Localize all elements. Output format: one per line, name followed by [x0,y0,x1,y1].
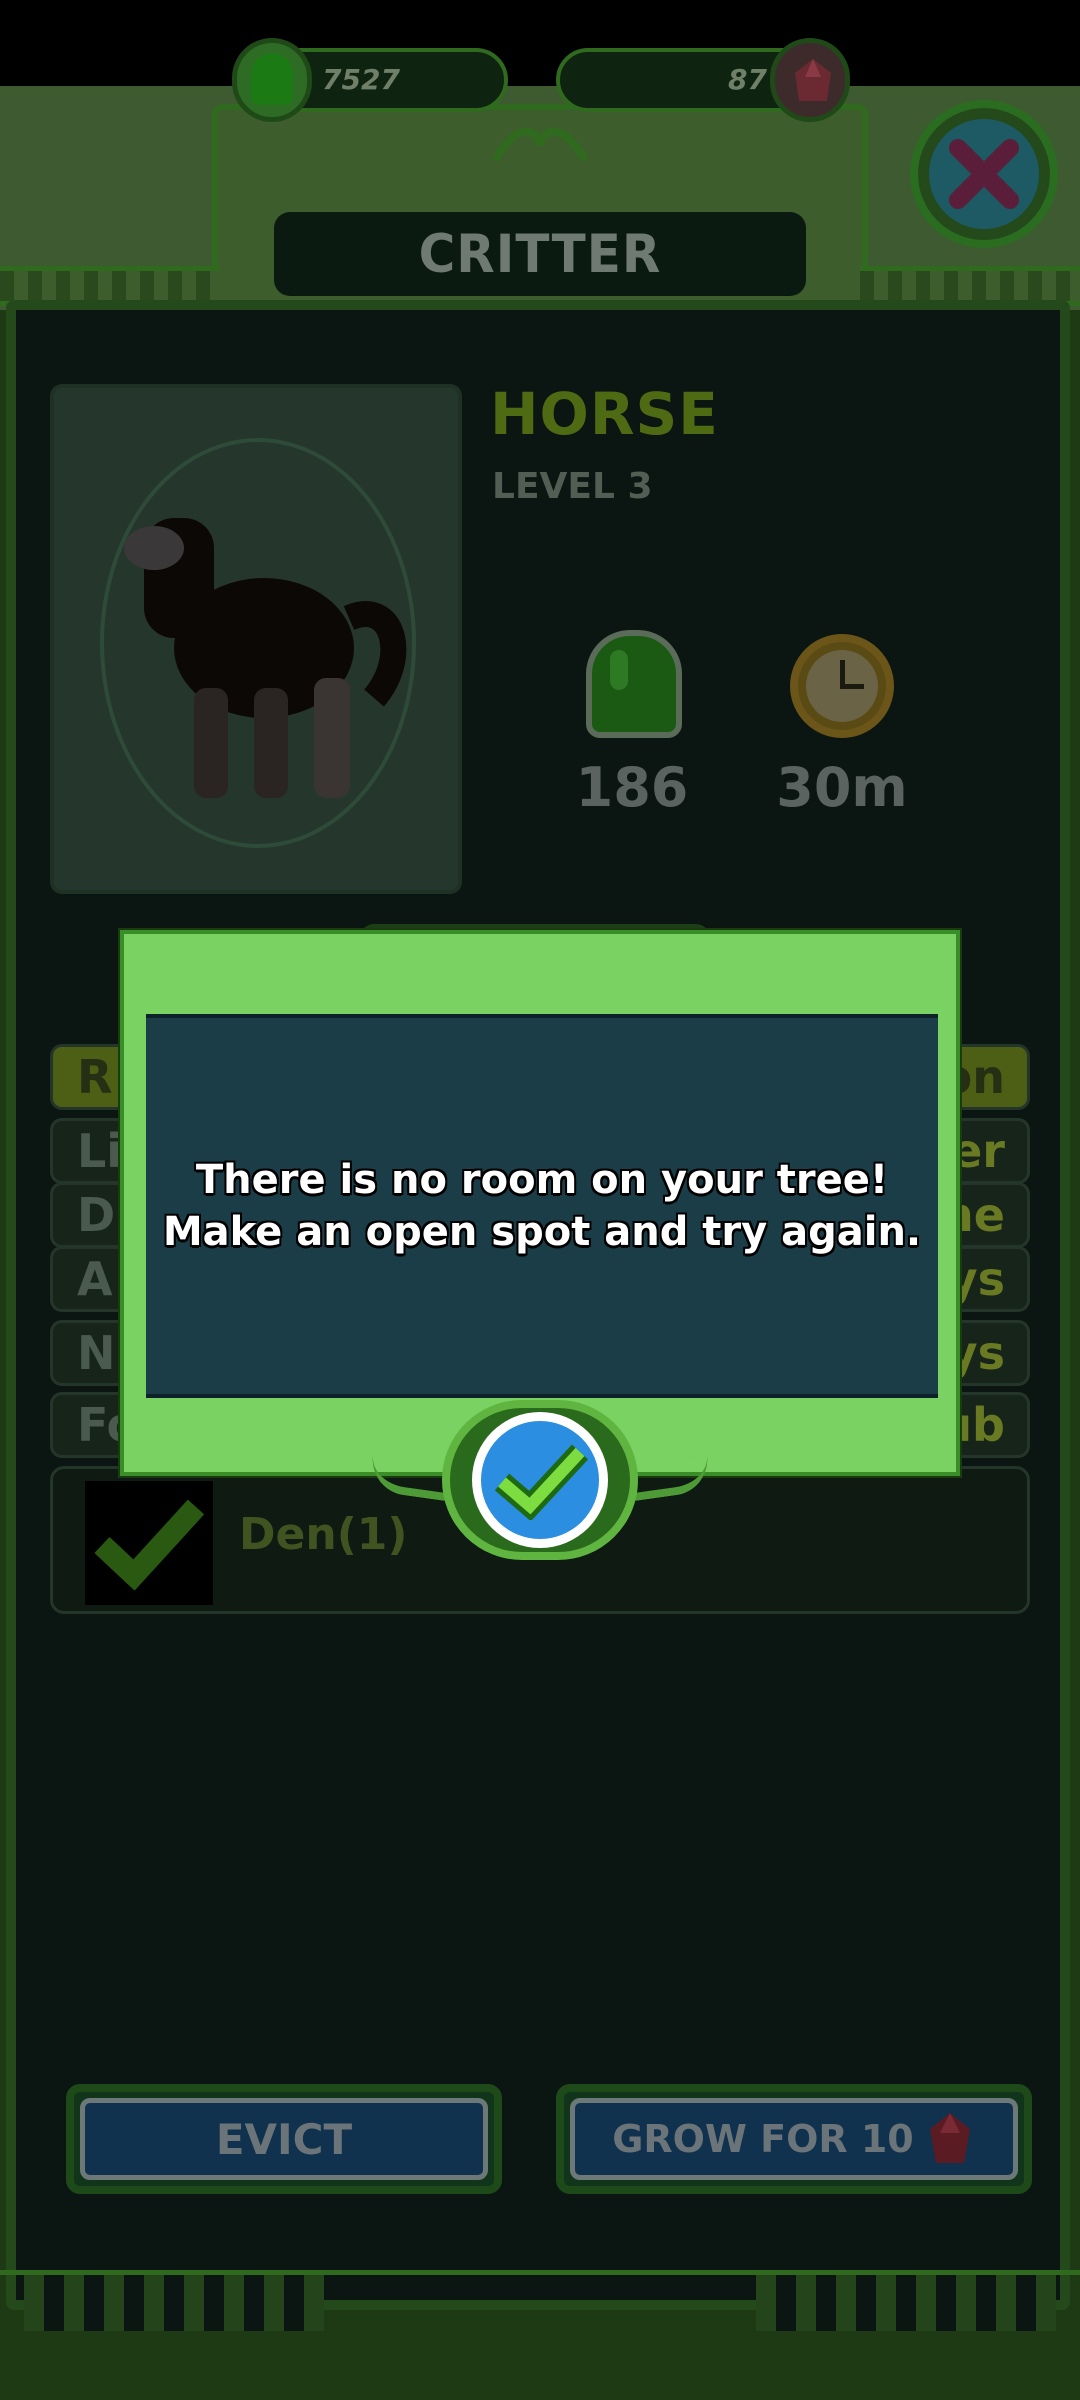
clock-icon [790,634,894,738]
time-value: 30m [776,756,908,819]
checkmark-icon [481,1421,599,1539]
critter-level: LEVEL 3 [492,466,653,507]
close-x-icon [929,119,1039,229]
dialog-message-line1: There is no room on your tree! [195,1157,889,1203]
grow-button[interactable]: GROW FOR 10 [556,2084,1032,2194]
info-row-label: R [77,1050,113,1104]
info-row-label: A [77,1252,113,1306]
red-gem-icon [770,38,850,122]
horse-image [124,518,407,798]
gum-yield-value: 186 [575,756,689,819]
vine-ornament-icon [491,127,589,163]
info-row-label: D [77,1188,116,1242]
footer-decoration [0,2270,1080,2331]
ok-button[interactable] [442,1400,638,1560]
evict-button[interactable]: EVICT [66,2084,502,2194]
no-room-dialog: There is no room on your tree! Make an o… [120,930,960,1476]
checkmark-icon [85,1481,213,1605]
screen-title-box: CRITTER [274,212,806,296]
evict-button-label: EVICT [215,2114,353,2164]
status-bar [0,0,1080,86]
grow-button-label: GROW FOR 10 [612,2117,914,2161]
gem-count: 87 [728,63,767,96]
dialog-body: There is no room on your tree! Make an o… [146,1014,938,1398]
green-gumdrop-icon [586,630,682,738]
dialog-message: There is no room on your tree! Make an o… [163,1154,921,1258]
close-button[interactable] [910,100,1058,248]
critter-portrait [50,384,462,894]
info-row-label: N [77,1326,116,1380]
dialog-confirm [368,1400,712,1560]
dialog-message-line2: Make an open spot and try again. [162,1209,922,1255]
info-row-label: Li [77,1124,123,1178]
gum-count: 7527 [322,63,400,96]
page-title: CRITTER [418,223,662,285]
green-gumdrop-icon [232,38,312,122]
critter-name: HORSE [490,380,719,448]
red-gem-icon [929,2113,970,2163]
